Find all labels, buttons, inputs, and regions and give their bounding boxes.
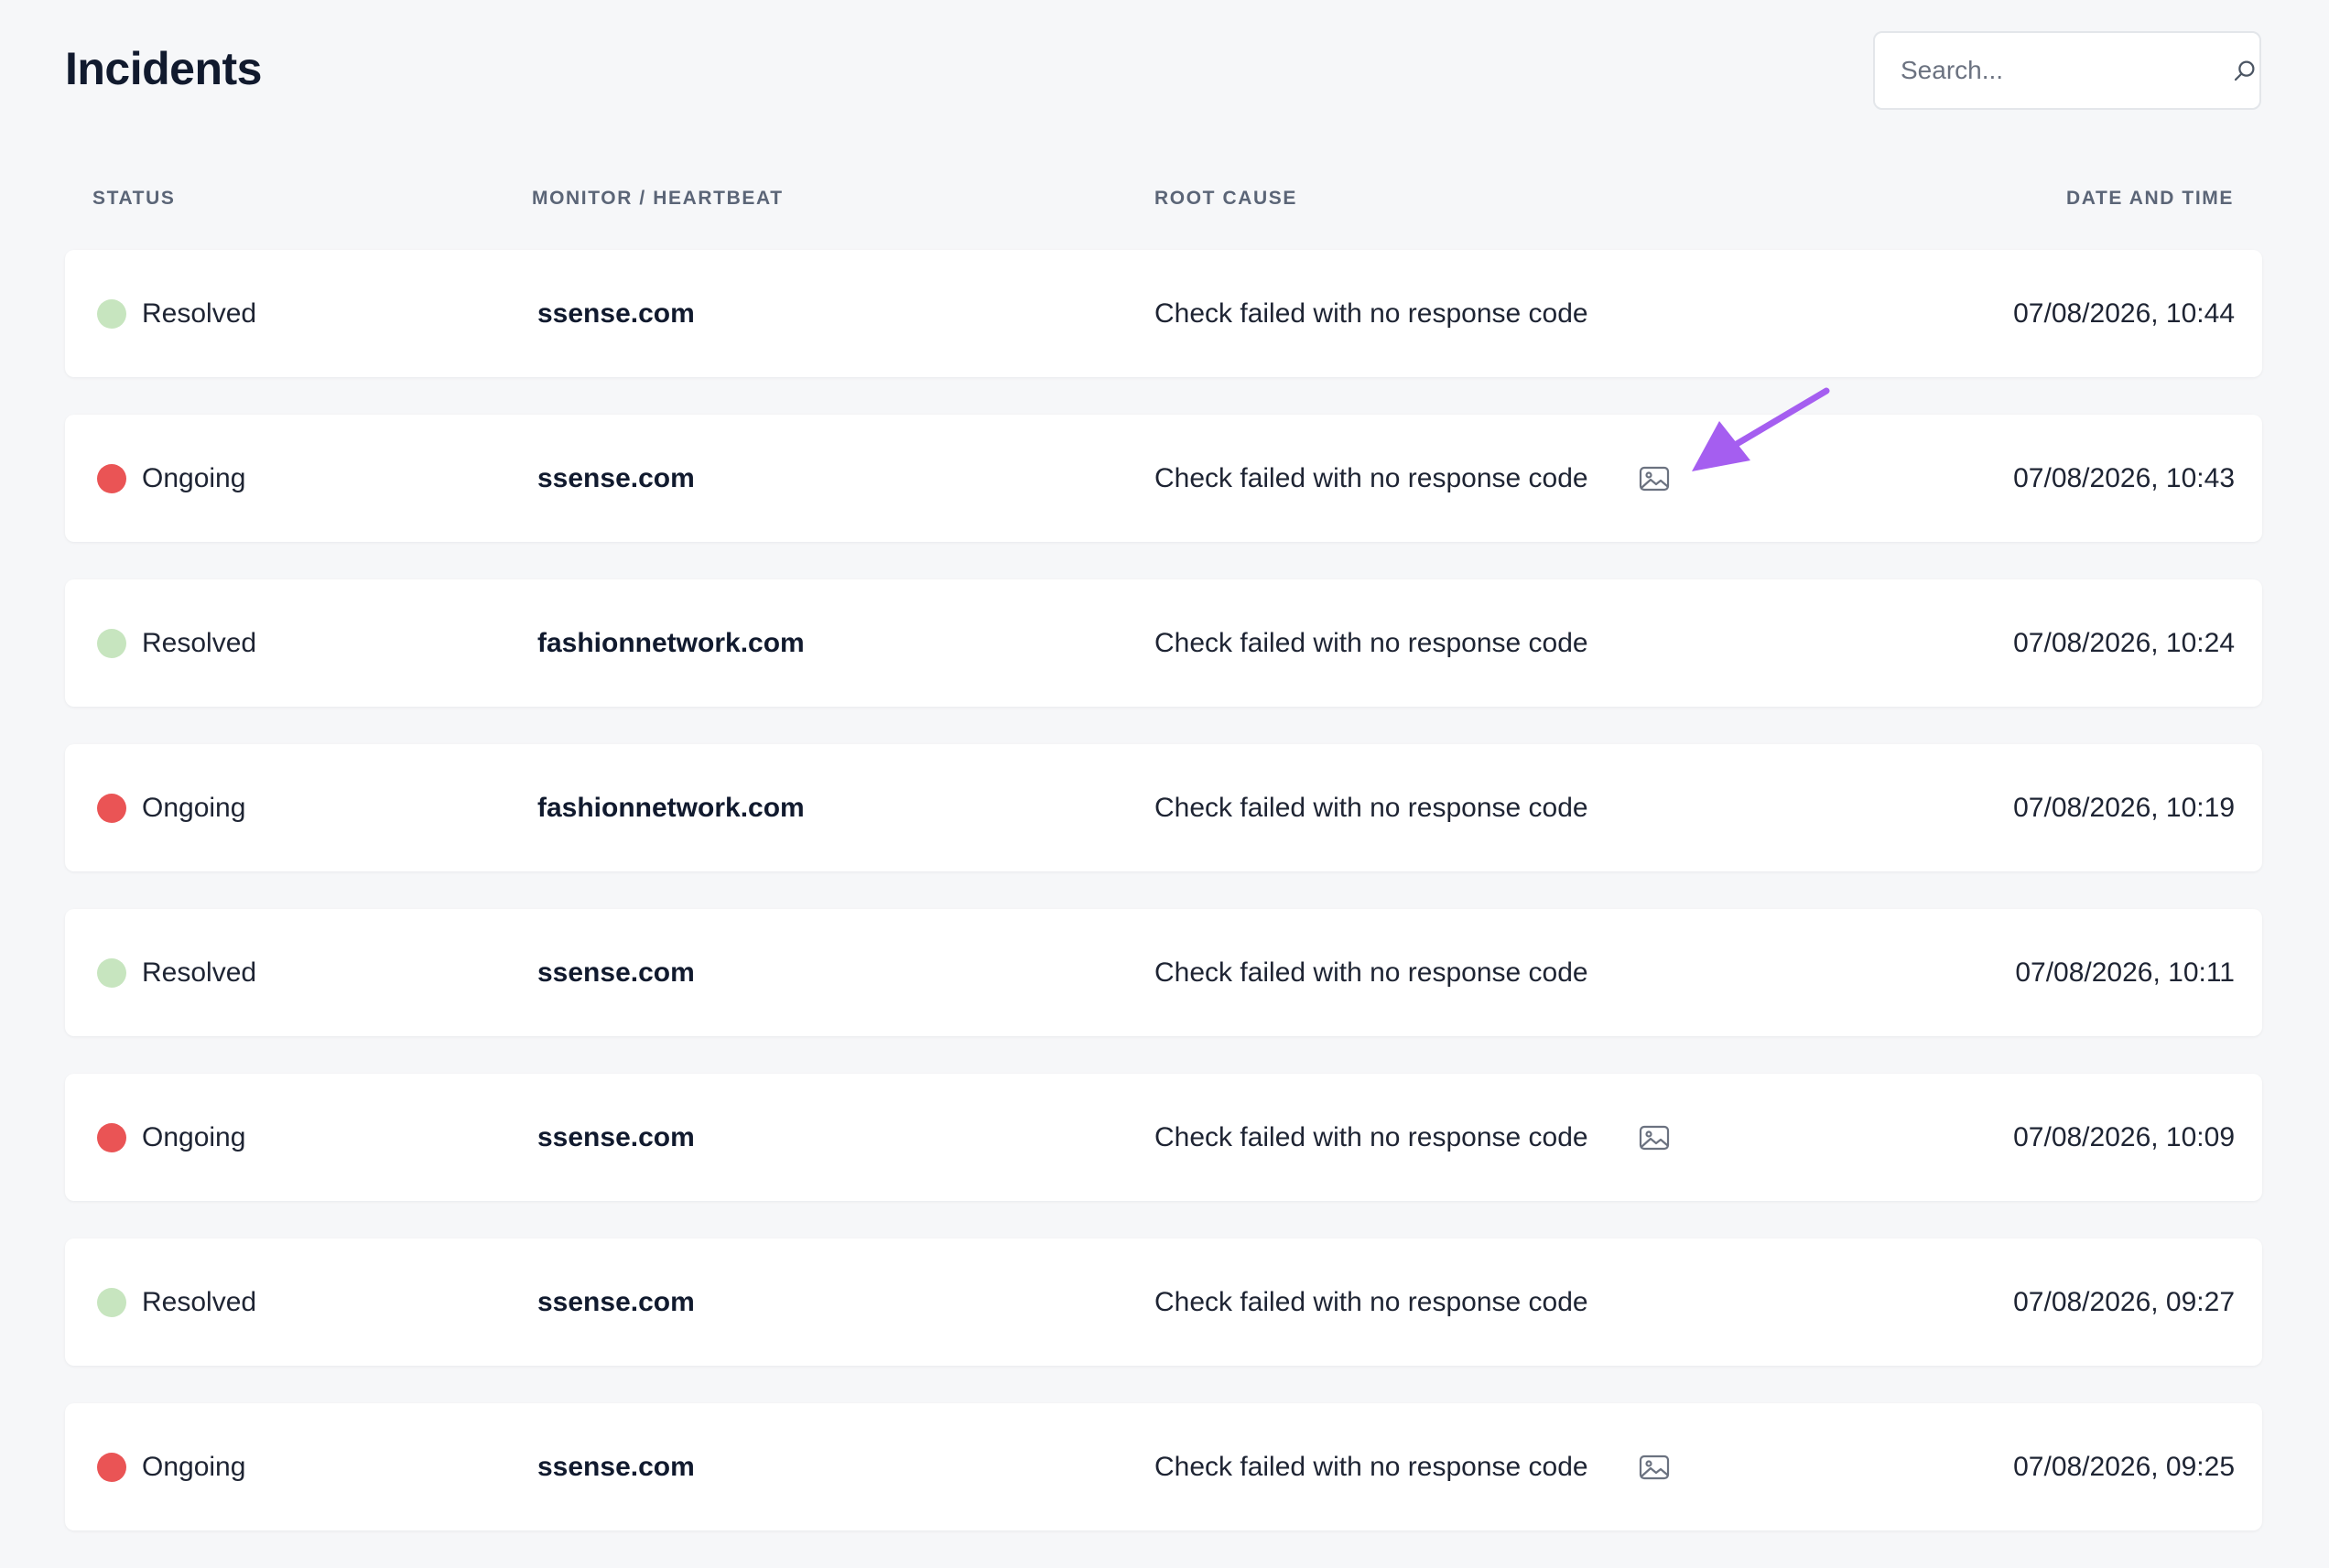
search-box[interactable] (1873, 31, 2261, 110)
status-dot (97, 1122, 126, 1152)
status-label: Ongoing (142, 792, 246, 823)
monitor-name[interactable]: ssense.com (537, 955, 695, 991)
status-dot (97, 298, 126, 329)
monitor-name[interactable]: ssense.com (537, 1449, 695, 1486)
monitor-name[interactable]: ssense.com (537, 460, 695, 497)
status-dot (97, 463, 126, 493)
incident-date: 07/08/2026, 10:44 (2013, 297, 2235, 329)
incident-row[interactable]: Resolved ssense.com Check failed with no… (65, 909, 2262, 1036)
status-label: Ongoing (142, 462, 246, 493)
incident-date: 07/08/2026, 10:11 (2015, 957, 2235, 988)
incident-date: 07/08/2026, 10:19 (2013, 792, 2235, 823)
column-header-root-cause[interactable]: ROOT CAUSE (1154, 186, 1297, 211)
status-label: Resolved (142, 627, 257, 658)
incident-date: 07/08/2026, 10:43 (2013, 462, 2235, 493)
status-label: Ongoing (142, 1121, 246, 1152)
root-cause: Check failed with no response code (1154, 1286, 1588, 1317)
incident-date: 07/08/2026, 10:24 (2013, 627, 2235, 658)
root-cause: Check failed with no response code (1154, 1451, 1588, 1482)
incident-date: 07/08/2026, 10:09 (2013, 1121, 2235, 1152)
column-header-monitor[interactable]: MONITOR / HEARTBEAT (532, 186, 784, 211)
root-cause: Check failed with no response code (1154, 957, 1588, 988)
incident-row[interactable]: Resolved ssense.com Check failed with no… (65, 1238, 2262, 1366)
screenshot-image-icon[interactable] (1639, 1454, 1670, 1481)
status-label: Ongoing (142, 1451, 246, 1482)
monitor-name[interactable]: ssense.com (537, 296, 695, 332)
root-cause: Check failed with no response code (1154, 627, 1588, 658)
monitor-name[interactable]: ssense.com (537, 1284, 695, 1321)
screenshot-image-icon[interactable] (1639, 465, 1670, 492)
status-dot (97, 1452, 126, 1482)
incident-row[interactable]: Ongoing ssense.com Check failed with no … (65, 1074, 2262, 1201)
screenshot-image-icon[interactable] (1639, 1124, 1670, 1152)
status-label: Resolved (142, 957, 257, 988)
monitor-name[interactable]: fashionnetwork.com (537, 625, 805, 662)
incident-row[interactable]: Ongoing ssense.com Check failed with no … (65, 415, 2262, 542)
root-cause: Check failed with no response code (1154, 1121, 1588, 1152)
incident-date: 07/08/2026, 09:25 (2013, 1451, 2235, 1482)
incident-row[interactable]: Ongoing fashionnetwork.com Check failed … (65, 744, 2262, 871)
status-label: Resolved (142, 1286, 257, 1317)
column-header-status[interactable]: STATUS (92, 186, 175, 211)
incident-row[interactable]: Resolved ssense.com Check failed with no… (65, 250, 2262, 377)
status-label: Resolved (142, 297, 257, 329)
root-cause: Check failed with no response code (1154, 462, 1588, 493)
column-header-date[interactable]: DATE AND TIME (2066, 186, 2234, 211)
incident-date: 07/08/2026, 09:27 (2013, 1286, 2235, 1317)
incident-row[interactable]: Ongoing ssense.com Check failed with no … (65, 1403, 2262, 1530)
search-input[interactable] (1901, 56, 2231, 85)
search-icon[interactable] (2231, 56, 2259, 85)
status-dot (97, 628, 126, 658)
status-dot (97, 793, 126, 823)
incident-row[interactable]: Resolved fashionnetwork.com Check failed… (65, 579, 2262, 707)
monitor-name[interactable]: fashionnetwork.com (537, 790, 805, 827)
root-cause: Check failed with no response code (1154, 792, 1588, 823)
page-title: Incidents (65, 43, 262, 94)
root-cause: Check failed with no response code (1154, 297, 1588, 329)
incidents-list: Resolved ssense.com Check failed with no… (65, 250, 2262, 1568)
status-dot (97, 1287, 126, 1317)
status-dot (97, 957, 126, 988)
monitor-name[interactable]: ssense.com (537, 1119, 695, 1156)
